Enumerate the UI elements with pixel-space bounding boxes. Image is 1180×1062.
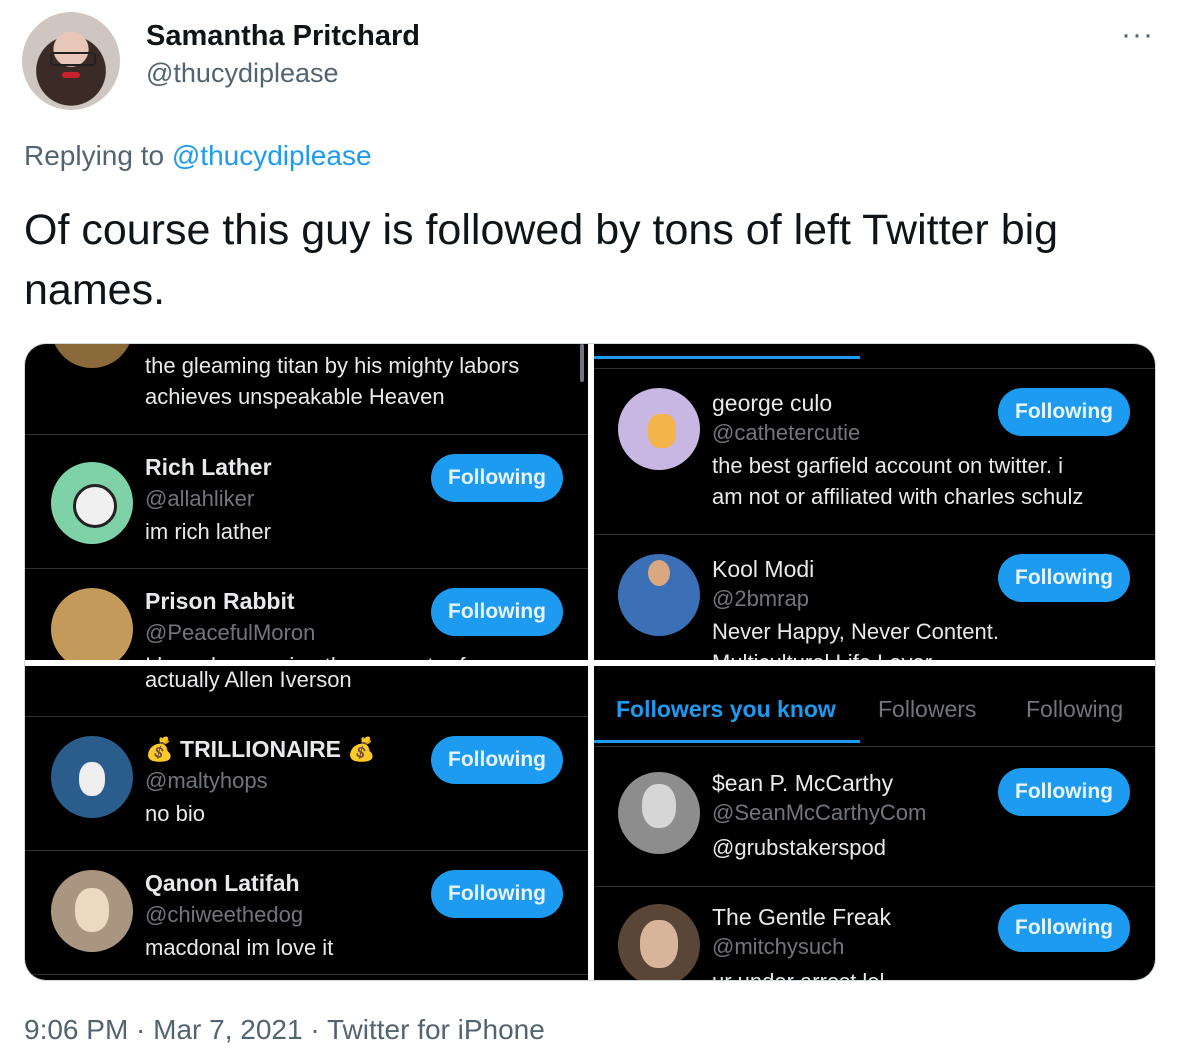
user-bio: @grubstakerspod: [712, 835, 886, 860]
user-avatar[interactable]: [618, 388, 700, 470]
user-name[interactable]: The Gentle Freak: [712, 904, 891, 931]
tweet-media-grid[interactable]: the gleaming titan by his mighty labors …: [24, 343, 1156, 981]
user-handle[interactable]: @chiweethedog: [145, 902, 303, 928]
list-divider: [25, 344, 588, 435]
tab-following[interactable]: Following: [1026, 696, 1123, 723]
user-bio-line: Never Happy, Never Content.: [712, 619, 999, 644]
following-button[interactable]: Following: [431, 588, 563, 636]
user-bio: im rich lather: [145, 519, 271, 544]
replying-to-link[interactable]: @thucydiplease: [172, 140, 372, 171]
user-bio-line: the best garfield account on twitter. i: [712, 453, 1063, 478]
following-button[interactable]: Following: [998, 554, 1130, 602]
user-name[interactable]: $ean P. McCarthy: [712, 770, 893, 797]
replying-to: Replying to @thucydiplease: [24, 140, 372, 172]
author-name[interactable]: Samantha Pritchard: [146, 20, 420, 53]
user-handle[interactable]: @mitchysuch: [712, 934, 844, 960]
user-row[interactable]: Qanon Latifah @chiweethedog macdonal im …: [25, 852, 588, 975]
user-row[interactable]: 💰 TRILLIONAIRE 💰 @maltyhops no bio Follo…: [25, 718, 588, 851]
user-handle[interactable]: @cathetercutie: [712, 420, 860, 446]
user-avatar[interactable]: [51, 870, 133, 952]
user-bio: I have been using the computer for: [145, 650, 485, 660]
user-row[interactable]: The Gentle Freak @mitchysuch ur under ar…: [594, 888, 1155, 980]
user-name[interactable]: 💰 TRILLIONAIRE 💰: [145, 736, 376, 763]
user-bio: macdonal im love it: [145, 935, 334, 960]
user-handle[interactable]: @SeanMcCarthyCom: [712, 800, 926, 826]
tab-followers-you-know[interactable]: Followers you know: [616, 696, 836, 723]
user-name[interactable]: Qanon Latifah: [145, 870, 300, 897]
user-bio: ur under arrest lol: [712, 966, 884, 980]
user-name[interactable]: george culo: [712, 390, 832, 417]
following-button[interactable]: Following: [998, 388, 1130, 436]
following-button[interactable]: Following: [431, 454, 563, 502]
user-avatar[interactable]: [618, 904, 700, 980]
user-row[interactable]: Prison Rabbit @PeacefulMoron I have been…: [25, 570, 588, 660]
list-divider: [594, 344, 1155, 369]
user-row[interactable]: $ean P. McCarthy @SeanMcCarthyCom @grubs…: [594, 748, 1155, 887]
following-button[interactable]: Following: [998, 768, 1130, 816]
author-handle[interactable]: @thucydiplease: [146, 58, 339, 89]
tab-indicator: [594, 740, 860, 743]
user-avatar[interactable]: [618, 554, 700, 636]
user-name[interactable]: Prison Rabbit: [145, 588, 295, 615]
profile-tabs: Followers you know Followers Following: [594, 666, 1155, 747]
user-avatar[interactable]: [618, 772, 700, 854]
lips: [62, 72, 80, 78]
tweet-text: Of course this guy is followed by tons o…: [24, 206, 1059, 314]
screenshot-3[interactable]: actually Allen Iverson 💰 TRILLIONAIRE 💰 …: [25, 666, 588, 980]
following-button[interactable]: Following: [431, 736, 563, 784]
author-avatar[interactable]: [22, 12, 120, 110]
user-avatar[interactable]: [51, 736, 133, 818]
user-handle[interactable]: @PeacefulMoron: [145, 620, 315, 646]
user-handle[interactable]: @2bmrap: [712, 586, 809, 612]
screenshot-4[interactable]: Followers you know Followers Following $…: [594, 666, 1155, 980]
user-handle[interactable]: @maltyhops: [145, 768, 268, 794]
replying-prefix: Replying to: [24, 140, 165, 171]
user-avatar[interactable]: [51, 588, 133, 660]
following-button[interactable]: Following: [431, 870, 563, 918]
user-row[interactable]: Kool Modi @2bmrap Never Happy, Never Con…: [594, 536, 1155, 660]
user-avatar[interactable]: [51, 462, 133, 544]
user-name[interactable]: Rich Lather: [145, 454, 272, 481]
more-options-icon[interactable]: ···: [1121, 18, 1154, 52]
following-button[interactable]: Following: [998, 904, 1130, 952]
screenshot-1[interactable]: the gleaming titan by his mighty labors …: [25, 344, 588, 660]
user-bio-line: Multicultural Life Lover: [712, 647, 932, 660]
screenshot-2[interactable]: george culo @cathetercutie the best garf…: [594, 344, 1155, 660]
user-name[interactable]: Kool Modi: [712, 556, 814, 583]
user-bio-line: am not or affiliated with charles schulz: [712, 484, 1084, 509]
user-bio: no bio: [145, 801, 205, 826]
user-handle[interactable]: @allahliker: [145, 486, 254, 512]
user-row[interactable]: george culo @cathetercutie the best garf…: [594, 370, 1155, 535]
tab-followers[interactable]: Followers: [878, 696, 976, 723]
list-divider: [25, 666, 588, 717]
user-row[interactable]: Rich Lather @allahliker im rich lather F…: [25, 436, 588, 569]
tweet-timestamp[interactable]: 9:06 PM · Mar 7, 2021 · Twitter for iPho…: [24, 1014, 545, 1046]
glasses: [50, 52, 96, 66]
